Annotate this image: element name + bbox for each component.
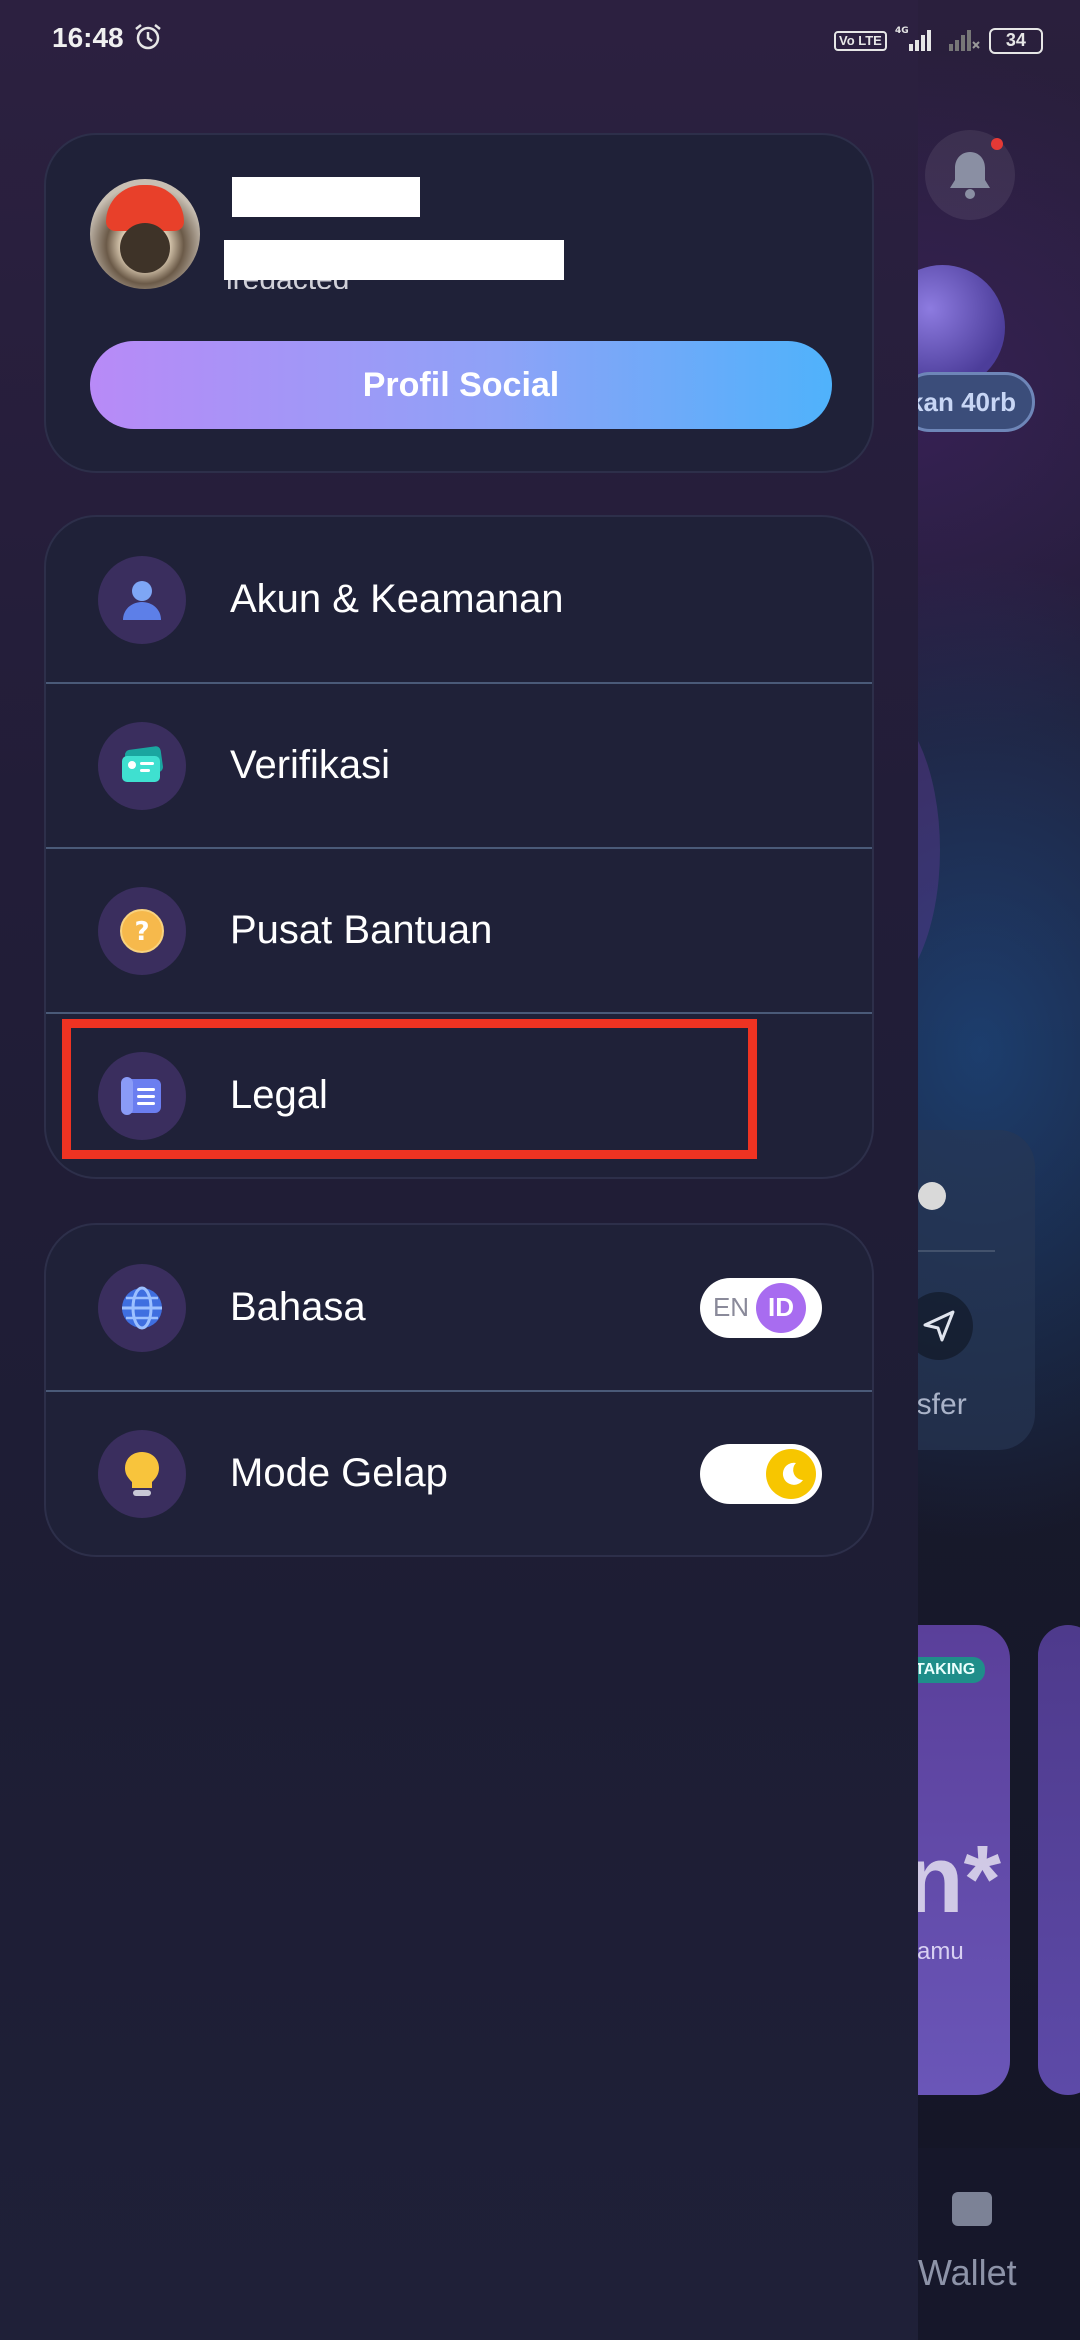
menu-item-label: Verifikasi bbox=[230, 743, 391, 787]
menu-item-dark-mode[interactable]: Mode Gelap bbox=[46, 1390, 872, 1555]
svg-text:4G: 4G bbox=[895, 26, 909, 36]
menu-item-verification[interactable]: Verifikasi bbox=[46, 682, 872, 847]
svg-text:?: ? bbox=[134, 917, 149, 947]
signal-icon: 4G bbox=[895, 24, 939, 57]
notification-dot bbox=[991, 138, 1003, 150]
alarm-icon bbox=[133, 22, 163, 57]
background-reward-pill[interactable]: kan 40rb bbox=[900, 372, 1035, 432]
battery-icon: 34 bbox=[988, 27, 1043, 54]
status-icons: Vo LTE 4G 34 bbox=[834, 24, 1043, 57]
avatar[interactable] bbox=[90, 179, 200, 289]
menu-item-label: Mode Gelap bbox=[230, 1451, 448, 1495]
globe-icon bbox=[98, 1263, 186, 1352]
menu-item-label: Akun & Keamanan bbox=[230, 577, 564, 621]
id-card-icon bbox=[98, 721, 186, 810]
status-time: 16:48 bbox=[52, 22, 124, 53]
user-icon bbox=[98, 555, 186, 644]
profile-social-button[interactable]: Profil Social bbox=[90, 341, 832, 429]
avatar-face bbox=[120, 223, 170, 273]
menu-item-account-security[interactable]: Akun & Keamanan bbox=[46, 517, 872, 682]
promo-headline: n* bbox=[905, 1826, 1001, 1933]
language-option-id[interactable]: ID bbox=[756, 1282, 806, 1333]
menu-item-label: Bahasa bbox=[230, 1285, 366, 1329]
nav-wallet-label[interactable]: Wallet bbox=[918, 2252, 1017, 2294]
help-icon: ? bbox=[98, 886, 186, 975]
username-redacted bbox=[232, 177, 420, 217]
menu-item-language[interactable]: Bahasa EN ID bbox=[46, 1225, 872, 1390]
menu-item-label: Pusat Bantuan bbox=[230, 908, 493, 952]
signal-empty-icon bbox=[947, 24, 981, 57]
dark-mode-toggle[interactable] bbox=[700, 1443, 822, 1504]
side-drawer: iredacted Profil Social Akun & Keamanan … bbox=[0, 0, 918, 2340]
status-bar: 16:48 Vo LTE 4G 34 bbox=[0, 0, 1080, 80]
menu-item-help-center[interactable]: ? Pusat Bantuan bbox=[46, 847, 872, 1012]
background-promo-card-2[interactable] bbox=[1038, 1625, 1080, 2095]
language-toggle[interactable]: EN ID bbox=[700, 1277, 822, 1338]
bell-icon[interactable] bbox=[925, 130, 1015, 220]
lightbulb-icon bbox=[98, 1429, 186, 1518]
handle-redacted bbox=[224, 240, 564, 280]
background-dot bbox=[918, 1182, 946, 1210]
highlight-annotation bbox=[62, 1019, 757, 1159]
moon-icon bbox=[766, 1448, 816, 1499]
preferences-menu-group: Bahasa EN ID Mode Gelap bbox=[44, 1223, 874, 1557]
volte-indicator: Vo LTE bbox=[834, 30, 887, 51]
language-option-en[interactable]: EN bbox=[706, 1292, 756, 1323]
profile-card: iredacted Profil Social bbox=[44, 133, 874, 473]
wallet-icon[interactable] bbox=[952, 2192, 992, 2226]
